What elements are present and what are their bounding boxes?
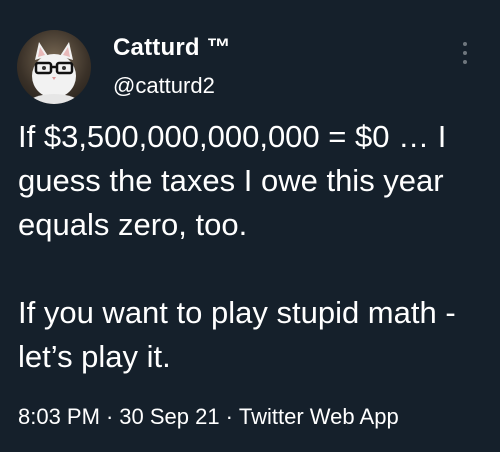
tweet-text: If $3,500,000,000,000 = $0 … I guess the… bbox=[18, 115, 488, 379]
tweet-date[interactable]: 30 Sep 21 bbox=[119, 404, 219, 429]
dot bbox=[463, 51, 467, 55]
separator: · bbox=[225, 404, 233, 429]
separator: · bbox=[105, 404, 114, 429]
display-name[interactable]: Catturd ™ bbox=[113, 34, 231, 62]
dot bbox=[463, 42, 467, 46]
dot bbox=[463, 60, 467, 64]
cat-avatar-icon bbox=[28, 42, 80, 104]
tweet-time[interactable]: 8:03 PM bbox=[18, 404, 100, 429]
tweet-meta: 8:03 PM · 30 Sep 21 · Twitter Web App bbox=[18, 404, 399, 430]
more-options-icon[interactable] bbox=[455, 36, 475, 70]
avatar[interactable] bbox=[17, 30, 91, 104]
tweet-card: Catturd ™ @catturd2 If $3,500,000,000,00… bbox=[0, 0, 500, 452]
tweet-source-link[interactable]: Twitter Web App bbox=[239, 404, 399, 429]
tweet-paragraph: If $3,500,000,000,000 = $0 … I guess the… bbox=[18, 119, 447, 242]
tweet-paragraph: If you want to play stupid math - let’s … bbox=[18, 295, 456, 374]
user-handle[interactable]: @catturd2 bbox=[113, 73, 215, 99]
